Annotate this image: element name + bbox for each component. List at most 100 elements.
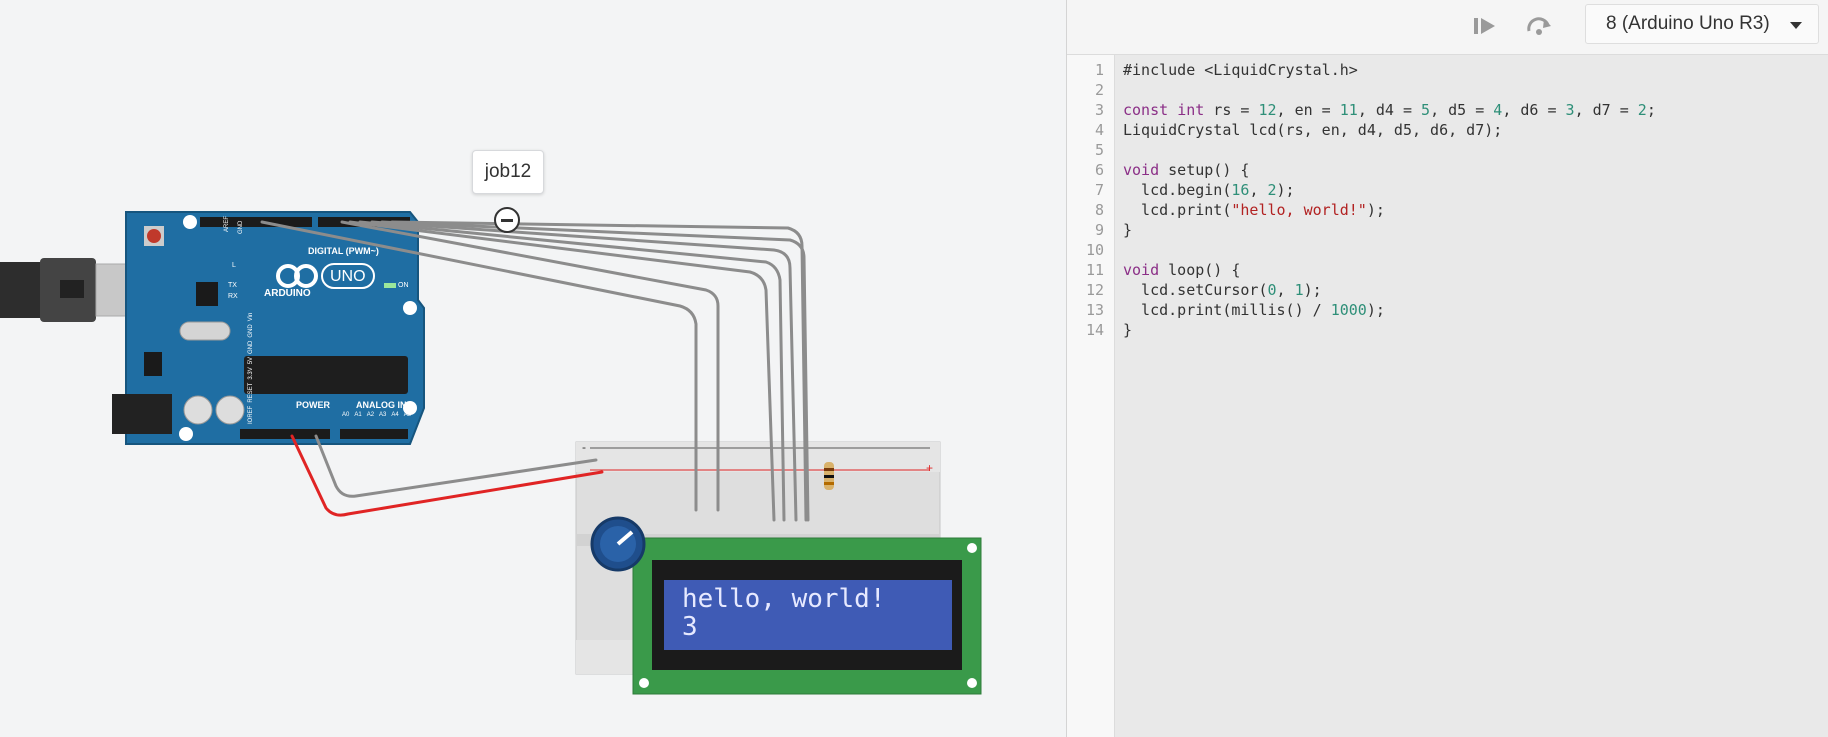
line-number: 1	[1094, 61, 1104, 79]
code-token: , d4 =	[1357, 101, 1422, 119]
aref-label: AREF	[224, 215, 230, 232]
code-token: lcd.begin(	[1123, 181, 1232, 199]
pin-label: IOREF	[248, 405, 254, 424]
red-wire	[290, 434, 604, 517]
code-token: }	[1123, 321, 1133, 339]
l-label: L	[232, 262, 236, 269]
lcd-line-1: hello, world!	[682, 584, 886, 614]
analog-label: ANALOG IN	[356, 400, 407, 410]
code-token: loop() {	[1159, 261, 1241, 279]
tx-label: TX	[228, 282, 237, 289]
code-token: int	[1177, 101, 1205, 119]
line-number: 4	[1094, 121, 1104, 139]
code-token: 16	[1231, 181, 1250, 199]
code-token: }	[1123, 221, 1133, 239]
code-line[interactable]: void setup() {	[1123, 160, 1249, 180]
line-number: 9	[1094, 221, 1104, 239]
circuit-canvas[interactable]: hello, world! 3 ARDUINO UNO DIGITAL (PWM…	[0, 0, 1066, 737]
resistor	[824, 462, 834, 490]
pin-label: 3.3V	[248, 367, 254, 380]
code-token: );	[1366, 201, 1385, 219]
power-label: POWER	[296, 400, 331, 410]
code-token: );	[1276, 181, 1295, 199]
pin-label: GND	[248, 340, 254, 354]
code-token: 1000	[1330, 301, 1367, 319]
code-line[interactable]: lcd.begin(16, 2);	[1123, 180, 1295, 200]
line-number: 6	[1094, 161, 1104, 179]
code-token: 11	[1339, 101, 1358, 119]
code-editor[interactable]: #include <LiquidCrystal.h> const int rs =…	[1115, 55, 1828, 737]
pin-label: A5	[403, 412, 412, 418]
breadboard-plus-label: +	[926, 461, 934, 475]
line-number: 2	[1094, 81, 1104, 99]
pin-label: 5V	[248, 356, 254, 365]
code-token: , en =	[1276, 101, 1340, 119]
pin-label: Vin	[248, 312, 254, 322]
breadboard-minus-label: -	[582, 440, 586, 454]
arduino-brand: ARDUINO	[264, 288, 311, 299]
code-token: 3	[1565, 101, 1575, 119]
play-step-icon	[1474, 18, 1495, 34]
step-button[interactable]	[1467, 10, 1503, 42]
step-over-button[interactable]	[1521, 10, 1557, 42]
minus-icon[interactable]	[494, 207, 520, 233]
code-token: );	[1366, 301, 1385, 319]
code-token: void	[1123, 261, 1160, 279]
line-number: 11	[1085, 261, 1104, 279]
code-token: ;	[1646, 101, 1656, 119]
code-line[interactable]: #include <LiquidCrystal.h>	[1123, 60, 1358, 80]
pin-label: A4	[391, 412, 399, 418]
code-token: ,	[1249, 181, 1268, 199]
step-over-icon	[1527, 17, 1551, 35]
tooltip-label: job12	[484, 161, 532, 182]
code-token: ,	[1276, 281, 1295, 299]
code-token: void	[1123, 161, 1160, 179]
chevron-down-icon	[1790, 22, 1802, 29]
power-pin-labels: IOREF RESET 3.3V 5V GND GND Vin	[248, 313, 254, 424]
code-line[interactable]: lcd.print(millis() / 1000);	[1123, 300, 1385, 320]
line-number: 14	[1085, 321, 1104, 339]
code-toolbar: 8 (Arduino Uno R3)	[1067, 0, 1828, 55]
circuit-drawing	[0, 211, 982, 695]
code-token: rs =	[1204, 101, 1259, 119]
code-line[interactable]: }	[1123, 220, 1132, 240]
pin-label: A2	[366, 412, 375, 418]
code-line[interactable]: }	[1123, 320, 1132, 340]
code-line[interactable]: void loop() {	[1123, 260, 1240, 280]
gnd-label: GND	[238, 220, 244, 234]
code-token: 12	[1258, 101, 1277, 119]
code-token: setup() {	[1159, 161, 1250, 179]
pin-label: A1	[354, 412, 362, 418]
code-token: 2	[1637, 101, 1647, 119]
code-token: 5	[1421, 101, 1431, 119]
code-token: #include <LiquidCrystal.h>	[1123, 61, 1358, 79]
line-number: 13	[1085, 301, 1104, 319]
code-token: LiquidCrystal lcd(rs, en, d4, d5, d6, d7…	[1123, 121, 1503, 139]
line-number: 12	[1085, 281, 1104, 299]
potentiometer[interactable]	[590, 516, 646, 572]
lcd-line-2: 3	[682, 612, 698, 642]
analog-pin-labels: A0 A1 A2 A3 A4 A5	[342, 412, 411, 418]
digital-label: DIGITAL (PWM~)	[308, 246, 379, 256]
code-token: , d7 =	[1574, 101, 1638, 119]
pin-label: GND	[248, 324, 254, 338]
code-line[interactable]: lcd.print("hello, world!");	[1123, 200, 1385, 220]
line-numbers: 1 2 3 4 5 6 7 8 9 10 11 12 13 14	[1067, 55, 1115, 737]
component-tooltip: job12	[472, 150, 544, 194]
line-number: 5	[1094, 141, 1104, 159]
code-line[interactable]: LiquidCrystal lcd(rs, en, d4, d5, d6, d7…	[1123, 120, 1502, 140]
device-select[interactable]: 8 (Arduino Uno R3)	[1585, 4, 1819, 44]
line-number: 7	[1094, 181, 1104, 199]
code-token: , d6 =	[1502, 101, 1566, 119]
code-panel: 8 (Arduino Uno R3) 1 2 3 4 5 6 7 8 9 10 …	[1066, 0, 1828, 737]
pin-label: A3	[379, 412, 387, 418]
code-token: 2	[1267, 181, 1277, 199]
code-token: lcd.print(	[1123, 201, 1232, 219]
code-line[interactable]: lcd.setCursor(0, 1);	[1123, 280, 1322, 300]
code-token: 0	[1267, 281, 1277, 299]
code-line[interactable]: const int rs = 12, en = 11, d4 = 5, d5 =…	[1123, 100, 1656, 120]
code-token: 4	[1493, 101, 1503, 119]
code-token: lcd.print(millis() /	[1123, 301, 1331, 319]
line-number: 3	[1094, 101, 1104, 119]
arduino-model: UNO	[330, 268, 366, 285]
